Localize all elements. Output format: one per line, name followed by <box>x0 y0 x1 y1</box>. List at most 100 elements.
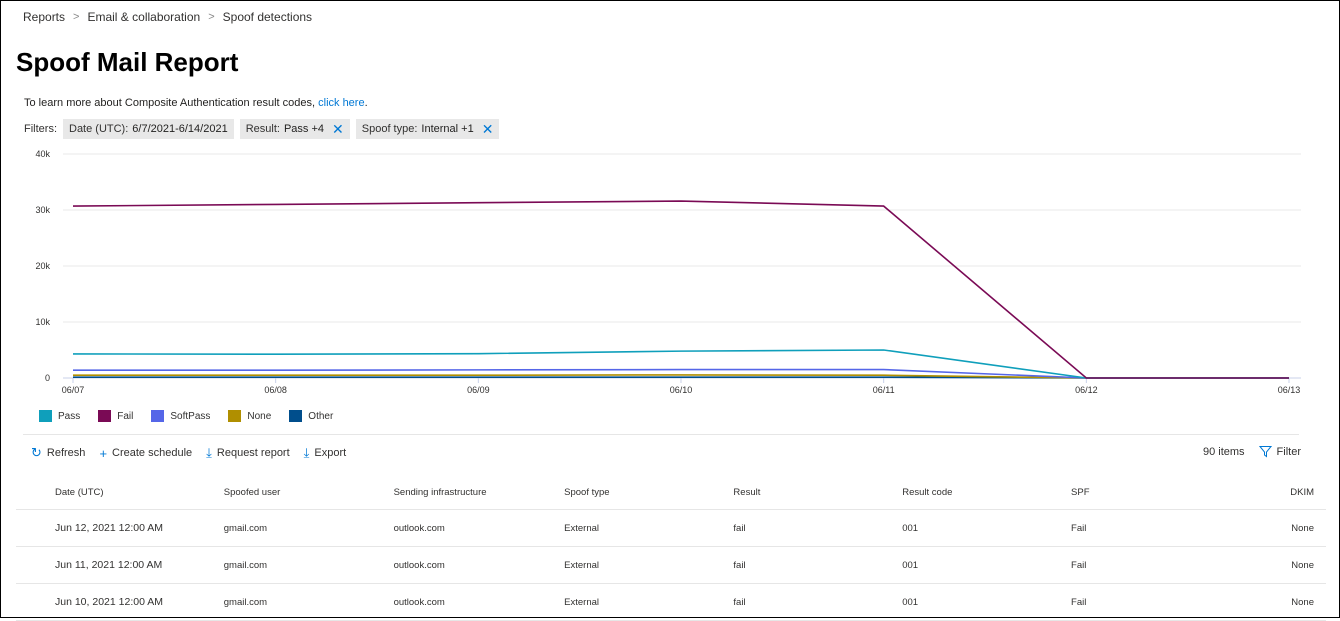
legend-label: SoftPass <box>170 410 211 422</box>
line-chart: 0 10k 20k 30k 40k 06/07 06/08 06/09 06/10 06/11 06… <box>35 149 1301 395</box>
filter-chip-date[interactable]: Date (UTC): 6/7/2021-6/14/2021 <box>63 119 234 139</box>
chip-key: Spoof type: <box>361 123 418 135</box>
close-icon[interactable]: ✕ <box>482 122 494 136</box>
table-cell: External <box>563 509 733 547</box>
request-report-button[interactable]: ⤓ Request report <box>206 445 290 461</box>
legend-item-fail[interactable]: Fail <box>98 410 133 422</box>
column-header[interactable]: Spoofed user <box>222 475 393 510</box>
legend-swatch <box>228 410 242 422</box>
column-header[interactable]: Date (UTC) <box>16 475 223 510</box>
breadcrumb-reports[interactable]: Reports <box>23 10 65 24</box>
table-cell: Jun 10, 2021 12:00 AM <box>16 583 223 621</box>
x-tick-label: 06/12 <box>1075 385 1098 395</box>
table-cell: Fail <box>1070 546 1239 584</box>
series-line-pass[interactable] <box>72 349 1289 379</box>
chip-value: Pass +4 <box>283 123 325 135</box>
chip-key: Result: <box>245 123 280 135</box>
breadcrumb-email-collaboration[interactable]: Email & collaboration <box>87 10 200 24</box>
legend-item-other[interactable]: Other <box>289 410 333 422</box>
table-cell: External <box>563 583 733 621</box>
table-header-row: Date (UTC) Spoofed user Sending infrastr… <box>16 475 1326 510</box>
table-cell: fail <box>732 509 902 547</box>
table-cell: 001 <box>901 509 1071 547</box>
table-cell: gmail.com <box>222 583 393 621</box>
learn-more-suffix: . <box>364 97 368 109</box>
table-cell: None <box>1238 583 1326 621</box>
toolbar: ↻ Refresh + Create schedule ⤓ Request repor… <box>31 445 346 461</box>
y-tick-label: 40k <box>35 149 50 159</box>
page-title: Spoof Mail Report <box>16 47 239 77</box>
table-cell: None <box>1238 546 1326 584</box>
legend-swatch <box>98 410 112 422</box>
chip-value: 6/7/2021-6/14/2021 <box>132 123 228 135</box>
legend-label: Fail <box>117 410 134 422</box>
refresh-button[interactable]: ↻ Refresh <box>31 445 85 461</box>
breadcrumb-spoof-detections: Spoof detections <box>222 10 313 24</box>
refresh-label: Refresh <box>46 447 86 459</box>
table-cell: None <box>1238 509 1326 547</box>
table-cell: fail <box>732 546 902 584</box>
x-tick-label: 06/07 <box>62 385 85 395</box>
learn-more-text: To learn more about Composite Authentica… <box>24 97 368 109</box>
filter-chip-result[interactable]: Result: Pass +4 ✕ <box>239 119 350 139</box>
legend-item-none[interactable]: None <box>228 410 271 422</box>
table-row[interactable]: Jun 12, 2021 12:00 AM gmail.com outlook.co… <box>16 509 1326 547</box>
plus-icon: + <box>99 445 108 461</box>
table-row[interactable]: Jun 10, 2021 12:00 AM gmail.com outlook.co… <box>16 583 1326 621</box>
y-tick-label: 20k <box>35 261 50 271</box>
column-header[interactable]: Spoof type <box>563 475 733 510</box>
y-tick-label: 0 <box>45 373 50 383</box>
divider <box>23 434 1299 435</box>
legend-label: Other <box>308 410 334 422</box>
export-button[interactable]: ⤓ Export <box>304 445 347 461</box>
x-tick-label: 06/10 <box>670 385 693 395</box>
filters-bar: Filters: Date (UTC): 6/7/2021-6/14/2021 R… <box>24 119 500 139</box>
request-report-label: Request report <box>216 447 290 459</box>
filters-label: Filters: <box>24 123 57 135</box>
table-row[interactable]: Jun 11, 2021 12:00 AM gmail.com outlook.co… <box>16 546 1326 584</box>
filter-label: Filter <box>1276 445 1301 458</box>
column-header[interactable]: SPF <box>1070 475 1239 510</box>
create-schedule-button[interactable]: + Create schedule <box>99 446 192 461</box>
filter-icon <box>1258 446 1272 458</box>
legend-swatch <box>39 410 52 422</box>
y-tick-label: 10k <box>35 317 50 327</box>
table-cell: Jun 12, 2021 12:00 AM <box>16 509 223 547</box>
table-cell: Fail <box>1070 583 1239 621</box>
table-cell: Fail <box>1070 509 1239 547</box>
filter-chip-spoof-type[interactable]: Spoof type: Internal +1 ✕ <box>355 119 500 139</box>
table-tools: 90 items Filter <box>1203 445 1301 458</box>
chevron-right-icon: > <box>208 11 215 23</box>
create-schedule-label: Create schedule <box>112 447 193 459</box>
column-header[interactable]: Result <box>732 475 902 510</box>
filter-button[interactable]: Filter <box>1258 445 1301 458</box>
x-tick-label: 06/11 <box>873 385 895 395</box>
legend-item-softpass[interactable]: SoftPass <box>151 410 210 422</box>
download-icon: ⤓ <box>206 445 212 460</box>
item-count: 90 items <box>1202 445 1245 458</box>
chevron-right-icon: > <box>73 11 80 23</box>
spoof-table: Date (UTC) Spoofed user Sending infrastr… <box>16 475 1326 621</box>
chip-value: Internal +1 <box>421 123 474 135</box>
chart-legend: Pass Fail SoftPass None Other <box>39 410 333 422</box>
table-cell: outlook.com <box>392 546 564 584</box>
column-header[interactable]: Sending infrastructure <box>392 475 564 510</box>
breadcrumb: Reports > Email & collaboration > Spoof … <box>23 10 312 24</box>
table-cell: fail <box>732 583 902 621</box>
legend-swatch <box>151 410 165 422</box>
legend-item-pass[interactable]: Pass <box>39 410 80 422</box>
table-cell: outlook.com <box>392 583 564 621</box>
chip-key: Date (UTC): <box>69 123 129 135</box>
y-tick-label: 30k <box>35 205 50 215</box>
table-cell: 001 <box>901 583 1071 621</box>
column-header[interactable]: DKIM <box>1238 475 1326 510</box>
x-tick-label: 06/09 <box>467 385 490 395</box>
close-icon[interactable]: ✕ <box>332 122 344 136</box>
table-cell: gmail.com <box>222 546 393 584</box>
legend-label: None <box>247 410 272 422</box>
legend-swatch <box>289 410 303 422</box>
x-tick-label: 06/13 <box>1278 385 1301 395</box>
column-header[interactable]: Result code <box>901 475 1071 510</box>
click-here-link[interactable]: click here <box>318 97 364 109</box>
learn-more-label: To learn more about Composite Authentica… <box>24 97 319 109</box>
